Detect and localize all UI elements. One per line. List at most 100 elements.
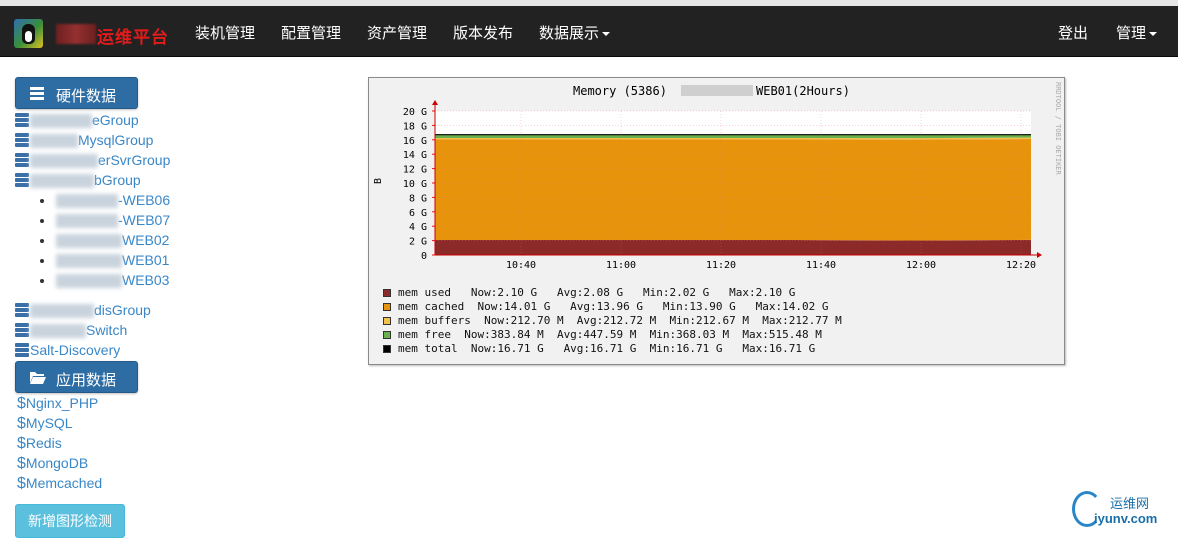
dollar-icon: $ bbox=[17, 475, 26, 492]
chevron-down-icon bbox=[1149, 32, 1158, 37]
app-link-nginx[interactable]: $Nginx_PHP bbox=[17, 395, 98, 413]
list-bullet bbox=[40, 239, 44, 243]
server-group-icon bbox=[15, 343, 29, 357]
legend-text: mem total Now:16.71 G Avg:16.71 G Min:16… bbox=[398, 342, 816, 355]
dollar-icon: $ bbox=[17, 435, 26, 452]
hardware-data-button[interactable]: 硬件数据 bbox=[15, 77, 138, 109]
nav-data-dropdown[interactable]: 数据展示 bbox=[539, 22, 611, 43]
legend-row-used: mem used Now:2.10 G Avg:2.08 G Min:2.02 … bbox=[383, 286, 795, 299]
group-link[interactable]: bGroup bbox=[30, 172, 141, 189]
nav-config[interactable]: 配置管理 bbox=[281, 22, 341, 43]
add-graph-button[interactable]: 新增图形检测 bbox=[15, 504, 125, 538]
y-tick-label: 8 G bbox=[409, 193, 427, 204]
y-tick-label: 10 G bbox=[403, 179, 427, 190]
watermark-line2: iyunv.com bbox=[1094, 511, 1158, 526]
x-tick-label: 11:20 bbox=[706, 260, 736, 271]
redacted-text bbox=[56, 234, 122, 249]
y-tick-label: 6 G bbox=[409, 208, 427, 219]
app-label: Memcached bbox=[25, 475, 103, 491]
server-group-icon bbox=[15, 323, 29, 337]
list-bullet bbox=[40, 279, 44, 283]
y-tick-label: 18 G bbox=[403, 121, 427, 132]
group-link[interactable]: MysqlGroup bbox=[30, 132, 154, 149]
host-link[interactable]: WEB03 bbox=[56, 272, 170, 289]
chevron-down-icon bbox=[602, 32, 611, 37]
y-axis-label: B bbox=[373, 178, 384, 184]
legend-text: mem buffers Now:212.70 M Avg:212.72 M Mi… bbox=[398, 314, 842, 327]
group-suffix: MysqlGroup bbox=[78, 132, 154, 148]
dollar-icon: $ bbox=[17, 455, 26, 472]
group-suffix: eGroup bbox=[92, 112, 139, 128]
redacted-text bbox=[30, 154, 98, 169]
chart-title: Memory (5386) bbox=[573, 84, 667, 98]
app-link-mongodb[interactable]: $MongoDB bbox=[17, 455, 88, 473]
legend-swatch bbox=[383, 317, 391, 325]
host-link[interactable]: -WEB06 bbox=[56, 192, 171, 209]
folder-open-icon bbox=[30, 372, 46, 384]
top-navbar: 运维平台 装机管理 配置管理 资产管理 版本发布 数据展示 登出 管理 bbox=[0, 6, 1178, 57]
server-list-icon bbox=[30, 87, 44, 100]
y-tick-label: 0 bbox=[421, 251, 427, 262]
app-label: MongoDB bbox=[25, 455, 89, 471]
logout-link[interactable]: 登出 bbox=[1058, 22, 1088, 43]
group-suffix: bGroup bbox=[94, 172, 141, 188]
y-tick-label: 14 G bbox=[403, 150, 427, 161]
server-group-icon bbox=[15, 303, 29, 317]
host-suffix: WEB01 bbox=[122, 252, 170, 268]
host-suffix: WEB02 bbox=[122, 232, 170, 248]
app-link-mysql[interactable]: $MySQL bbox=[17, 415, 73, 433]
brand-title[interactable]: 运维平台 bbox=[97, 23, 169, 48]
app-link-memcached[interactable]: $Memcached bbox=[17, 475, 102, 493]
legend-swatch bbox=[383, 289, 391, 297]
redacted-text bbox=[56, 214, 118, 229]
x-tick-label: 12:00 bbox=[906, 260, 936, 271]
app-link-redis[interactable]: $Redis bbox=[17, 435, 62, 453]
group-link[interactable]: erSvrGroup bbox=[30, 152, 171, 169]
sidebar: 硬件数据 eGroup MysqlGroup erSvrGroup bGroup… bbox=[0, 57, 360, 539]
legend-text: mem cached Now:14.01 G Avg:13.96 G Min:1… bbox=[398, 300, 829, 313]
app-label: MySQL bbox=[25, 415, 73, 431]
host-suffix: -WEB06 bbox=[118, 192, 171, 208]
redacted-text bbox=[30, 134, 78, 149]
admin-dropdown[interactable]: 管理 bbox=[1116, 22, 1158, 43]
salt-discovery-link[interactable]: Salt-Discovery bbox=[30, 342, 120, 358]
group-suffix: erSvrGroup bbox=[98, 152, 171, 168]
server-group-icon bbox=[15, 133, 29, 147]
host-link[interactable]: WEB02 bbox=[56, 232, 170, 249]
group-link[interactable]: eGroup bbox=[30, 112, 139, 129]
server-group-icon bbox=[15, 153, 29, 167]
server-group-icon bbox=[15, 113, 29, 127]
y-axis-arrow bbox=[432, 100, 438, 105]
redacted-text bbox=[30, 114, 92, 129]
y-tick-label: 20 G bbox=[403, 107, 427, 118]
legend-text: mem used Now:2.10 G Avg:2.08 G Min:2.02 … bbox=[398, 286, 796, 299]
watermark-line1: 运维网 bbox=[1110, 496, 1150, 511]
redacted-text bbox=[30, 324, 86, 339]
admin-label: 管理 bbox=[1116, 25, 1147, 42]
y-tick-label: 12 G bbox=[403, 165, 427, 176]
app-data-label: 应用数据 bbox=[56, 372, 117, 389]
y-tick-label: 16 G bbox=[403, 136, 427, 147]
x-tick-label: 11:40 bbox=[806, 260, 836, 271]
legend-swatch bbox=[383, 303, 391, 311]
host-link[interactable]: WEB01 bbox=[56, 252, 170, 269]
host-link[interactable]: -WEB07 bbox=[56, 212, 170, 229]
memory-graph: Memory (5386) WEB01(2Hours) B RRDTOOL / … bbox=[368, 77, 1065, 365]
legend-swatch bbox=[383, 345, 391, 353]
title-redacted bbox=[681, 85, 753, 96]
app-label: Redis bbox=[25, 435, 62, 451]
group-link[interactable]: Switch bbox=[30, 322, 127, 339]
nav-assets[interactable]: 资产管理 bbox=[367, 22, 427, 43]
host-suffix: WEB03 bbox=[122, 272, 170, 288]
app-data-button[interactable]: 应用数据 bbox=[15, 361, 138, 393]
nav-install[interactable]: 装机管理 bbox=[195, 22, 255, 43]
brand-redacted bbox=[56, 24, 96, 44]
nav-release[interactable]: 版本发布 bbox=[453, 22, 513, 43]
redacted-text bbox=[56, 194, 118, 209]
y-tick-label: 4 G bbox=[409, 222, 427, 233]
y-tick-label: 2 G bbox=[409, 237, 427, 248]
nav-data-label: 数据展示 bbox=[539, 25, 600, 42]
legend-row-buffers: mem buffers Now:212.70 M Avg:212.72 M Mi… bbox=[383, 314, 842, 327]
penguin-logo-icon[interactable] bbox=[14, 19, 43, 48]
group-link[interactable]: disGroup bbox=[30, 302, 151, 319]
